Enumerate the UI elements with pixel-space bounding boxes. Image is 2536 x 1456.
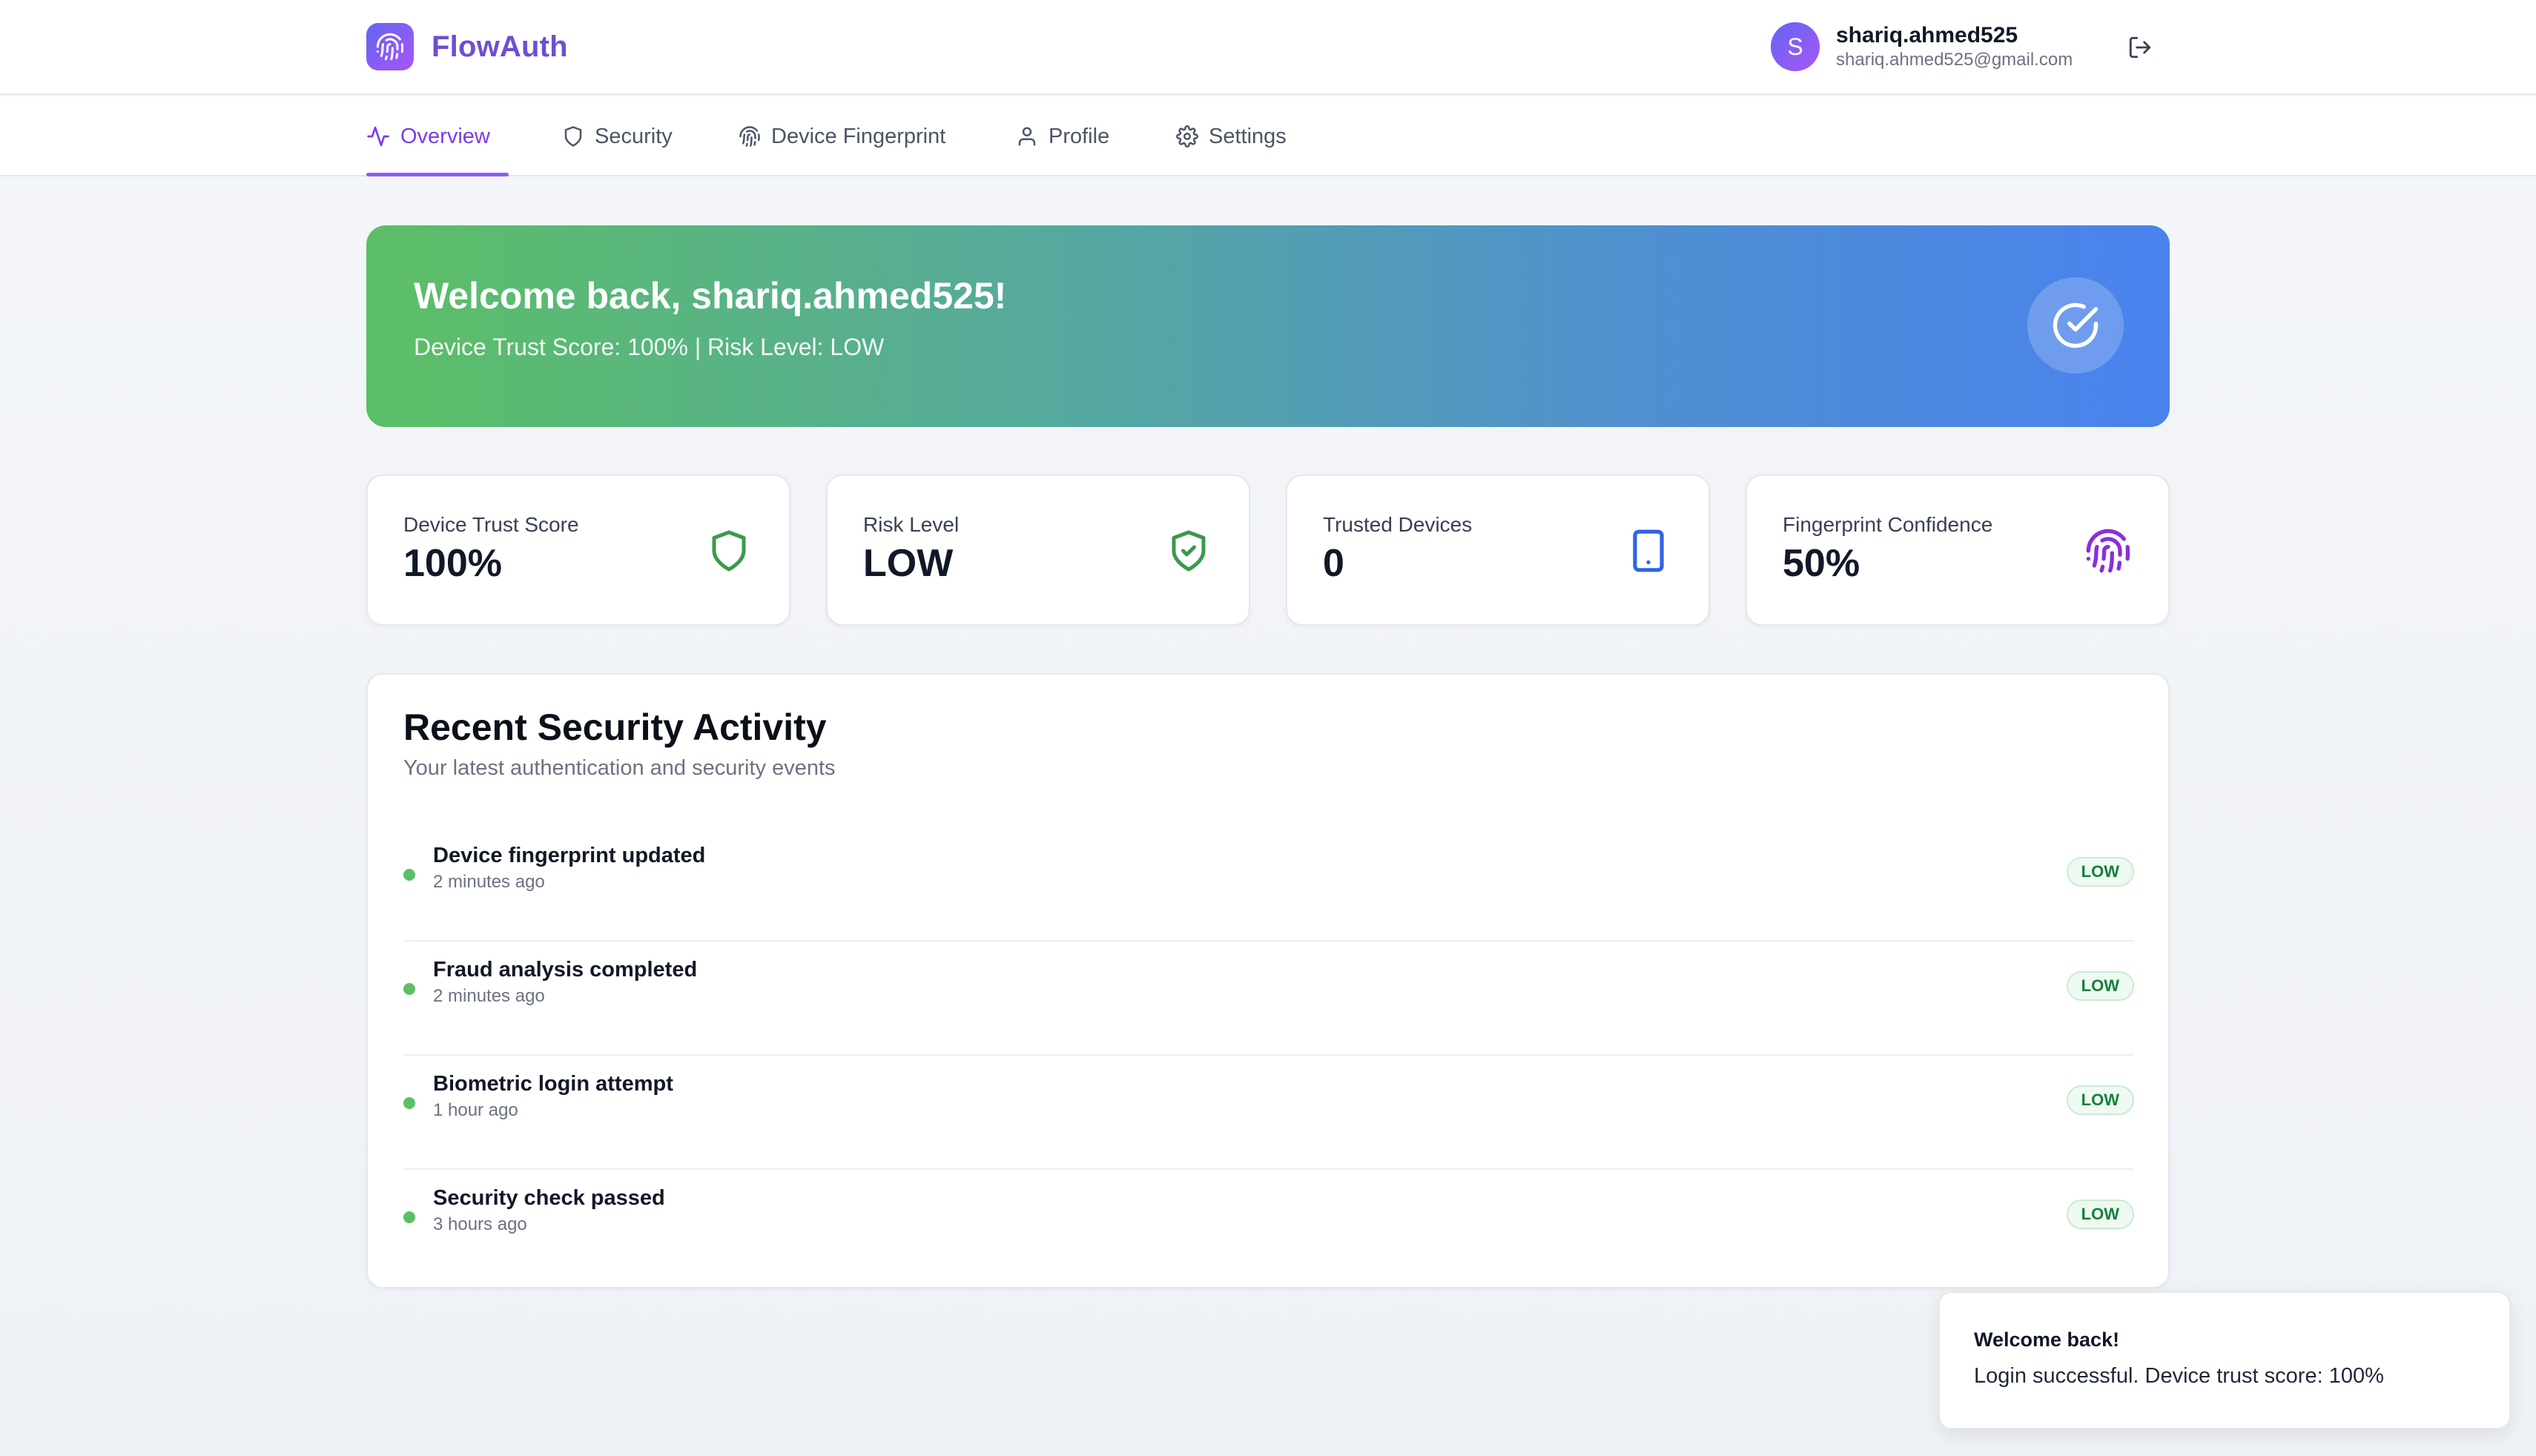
status-dot: [403, 1097, 415, 1109]
welcome-title: Welcome back, shariq.ahmed525!: [414, 275, 1007, 317]
logout-icon: [2129, 36, 2151, 59]
fingerprint-icon: [739, 126, 760, 147]
activity-icon: [367, 126, 389, 147]
user-name: shariq.ahmed525: [1836, 23, 2018, 47]
risk-badge: LOW: [2066, 1199, 2134, 1229]
shield-icon: [564, 126, 582, 147]
toast-notification[interactable]: Welcome back! Login successful. Device t…: [1938, 1291, 2511, 1429]
stat-label: Risk Level: [863, 513, 960, 536]
activity-time: 1 hour ago: [433, 1100, 518, 1120]
risk-badge: LOW: [2066, 971, 2134, 1001]
user-menu[interactable]: S shariq.ahmed525 shariq.ahmed525@gmail.…: [1771, 22, 2073, 71]
toast-message: Login successful. Device trust score: 10…: [1974, 1364, 2384, 1388]
stat-label: Fingerprint Confidence: [1783, 513, 1993, 536]
activity-time: 3 hours ago: [433, 1214, 527, 1234]
risk-badge: LOW: [2066, 857, 2134, 887]
recent-activity-panel: Recent Security Activity Your latest aut…: [366, 673, 2170, 1288]
activity-row[interactable]: Security check passed 3 hours ago LOW: [403, 1170, 2134, 1284]
smartphone-icon: [1624, 526, 1673, 575]
welcome-subtitle: Device Trust Score: 100% | Risk Level: L…: [414, 334, 885, 360]
app-name: FlowAuth: [432, 30, 568, 63]
activity-title: Security check passed: [433, 1186, 665, 1210]
panel-title: Recent Security Activity: [403, 707, 827, 748]
stat-card-risk-level: Risk Level LOW: [826, 474, 1250, 626]
toast-title: Welcome back!: [1974, 1328, 2120, 1351]
tab-security[interactable]: Security: [562, 96, 673, 176]
status-dot: [403, 1211, 415, 1223]
stat-card-fingerprint-confidence: Fingerprint Confidence 50%: [1746, 474, 2170, 626]
activity-time: 2 minutes ago: [433, 986, 545, 1006]
status-dot: [403, 869, 415, 881]
tab-profile[interactable]: Profile: [1016, 96, 1109, 176]
tab-settings[interactable]: Settings: [1176, 96, 1287, 176]
activity-row[interactable]: Fraud analysis completed 2 minutes ago L…: [403, 942, 2134, 1056]
check-circle-icon: [2027, 277, 2124, 374]
tab-device-fingerprint[interactable]: Device Fingerprint: [739, 96, 945, 176]
panel-subtitle: Your latest authentication and security …: [403, 756, 836, 780]
activity-row[interactable]: Device fingerprint updated 2 minutes ago…: [403, 827, 2134, 942]
logout-button[interactable]: [2125, 33, 2155, 62]
stat-value: 100%: [403, 542, 502, 585]
activity-row[interactable]: Biometric login attempt 1 hour ago LOW: [403, 1056, 2134, 1170]
activity-title: Device fingerprint updated: [433, 844, 706, 867]
user-info: shariq.ahmed525 shariq.ahmed525@gmail.co…: [1836, 22, 2073, 71]
shield-icon: [704, 526, 753, 575]
status-dot: [403, 983, 415, 995]
user-icon: [1018, 127, 1036, 146]
activity-title: Fraud analysis completed: [433, 958, 698, 982]
tab-label: Overview: [400, 124, 490, 148]
stat-label: Device Trust Score: [403, 513, 579, 536]
nav-tabs: Overview Security Device Fingerprint Pro…: [0, 96, 2536, 176]
risk-badge: LOW: [2066, 1085, 2134, 1115]
gear-icon: [1176, 125, 1198, 148]
stat-value: 0: [1323, 542, 1344, 585]
stat-value: 50%: [1783, 542, 1860, 585]
activity-title: Biometric login attempt: [433, 1072, 673, 1096]
tab-label: Security: [595, 124, 673, 148]
tab-label: Settings: [1209, 124, 1287, 148]
stat-label: Trusted Devices: [1323, 513, 1473, 536]
tab-label: Device Fingerprint: [771, 124, 946, 148]
fingerprint-icon: [2084, 526, 2133, 575]
fingerprint-icon: [366, 23, 414, 70]
shield-check-icon: [1164, 526, 1213, 575]
top-header: FlowAuth S shariq.ahmed525 shariq.ahmed5…: [0, 0, 2536, 95]
stat-value: LOW: [863, 542, 954, 585]
stat-card-trust-score: Device Trust Score 100%: [366, 474, 790, 626]
stat-card-trusted-devices: Trusted Devices 0: [1286, 474, 1710, 626]
activity-time: 2 minutes ago: [433, 872, 545, 892]
tab-overview[interactable]: Overview: [366, 96, 509, 176]
avatar: S: [1771, 22, 1820, 71]
welcome-banner: Welcome back, shariq.ahmed525! Device Tr…: [366, 225, 2170, 427]
user-email: shariq.ahmed525@gmail.com: [1836, 50, 2073, 70]
brand[interactable]: FlowAuth: [366, 23, 568, 70]
tab-label: Profile: [1049, 124, 1110, 148]
